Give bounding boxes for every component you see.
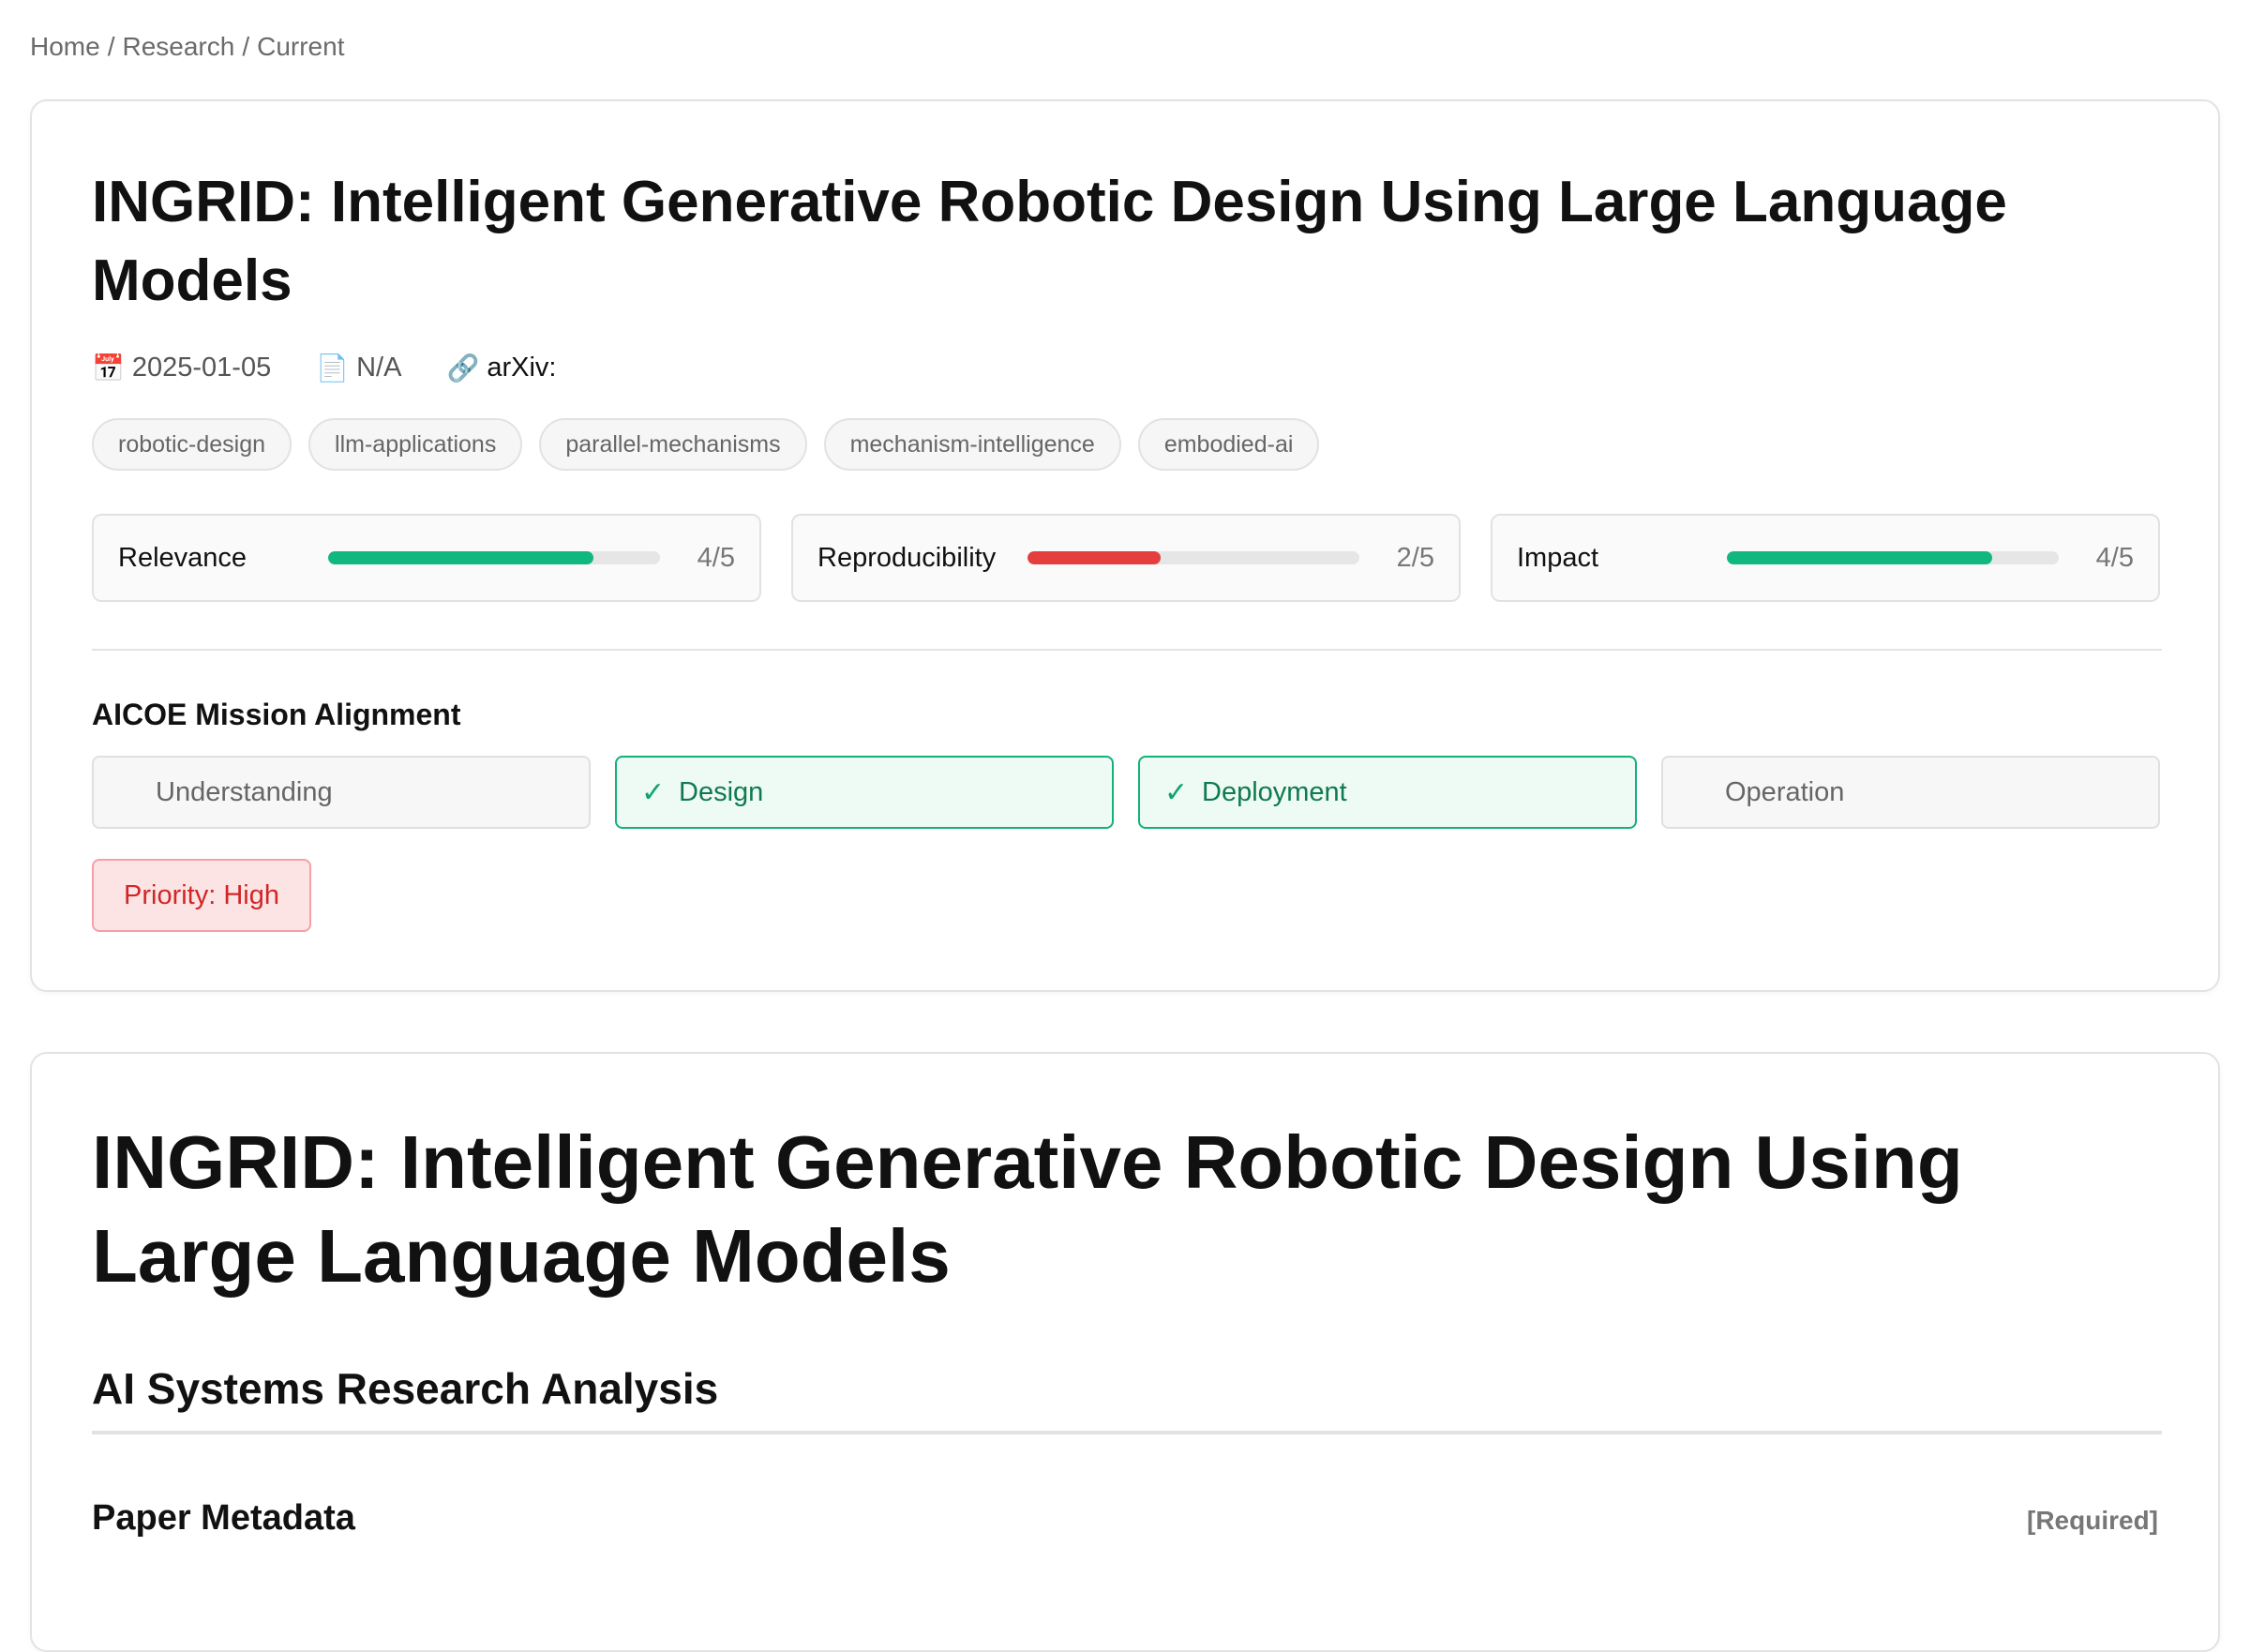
mission-design[interactable]: ✓ Design (615, 756, 1114, 829)
mission-label: Operation (1725, 776, 1845, 807)
tag-list: robotic-design llm-applications parallel… (92, 418, 1320, 471)
mission-understanding[interactable]: ✓ Understanding (92, 756, 591, 829)
breadcrumb-research[interactable]: Research (122, 32, 234, 62)
document-icon: 📄 (316, 353, 350, 383)
tag[interactable]: embodied-ai (1137, 418, 1320, 471)
mission-operation[interactable]: ✓ Operation (1661, 756, 2160, 829)
score-value: 2/5 (1396, 542, 1434, 573)
analysis-card: INGRID: Intelligent Generative Robotic D… (30, 1052, 2220, 1652)
score-value: 4/5 (2095, 542, 2134, 573)
section-divider (92, 1431, 2162, 1434)
mission-label: Design (679, 776, 764, 807)
score-bar-track (1028, 551, 1359, 564)
mission-label: Deployment (1202, 776, 1347, 807)
breadcrumb-separator: / (242, 32, 250, 61)
paper-meta: 📅 2025-01-05 📄 N/A 🔗 arXiv: (92, 353, 601, 383)
tag[interactable]: parallel-mechanisms (539, 418, 807, 471)
breadcrumb: Home / Research / Current (30, 32, 344, 62)
section-heading: AI Systems Research Analysis (92, 1364, 719, 1413)
meta-date: 📅 2025-01-05 (92, 353, 271, 383)
calendar-icon: 📅 (92, 353, 125, 383)
mission-heading: AICOE Mission Alignment (92, 698, 461, 731)
score-bar-fill (1028, 551, 1161, 564)
required-badge: [Required] (2027, 1506, 2158, 1535)
score-panel: Relevance 4/5 Reproducibility 2/5 Impact… (92, 514, 2160, 602)
score-label: Impact (1517, 542, 1599, 573)
mission-list: ✓ Understanding ✓ Design ✓ Deployment ✓ … (92, 756, 2160, 829)
score-bar-track (328, 551, 660, 564)
meta-pages-value: N/A (356, 353, 402, 383)
tag[interactable]: mechanism-intelligence (823, 418, 1121, 471)
score-impact: Impact 4/5 (1491, 514, 2160, 602)
tag[interactable]: llm-applications (308, 418, 523, 471)
score-relevance: Relevance 4/5 (92, 514, 761, 602)
score-label: Relevance (118, 542, 248, 573)
divider (92, 649, 2162, 651)
paper-header-card: INGRID: Intelligent Generative Robotic D… (30, 99, 2220, 992)
score-label: Reproducibility (818, 542, 997, 573)
priority-badge: Priority: High (92, 859, 311, 932)
meta-arxiv-link[interactable]: 🔗 arXiv: (446, 353, 556, 383)
breadcrumb-separator: / (107, 32, 115, 61)
meta-arxiv-value[interactable]: arXiv: (487, 353, 556, 383)
check-icon: ✓ (1164, 776, 1189, 808)
analysis-title: INGRID: Intelligent Generative Robotic D… (92, 1120, 1963, 1298)
score-bar-fill (1727, 551, 1993, 564)
mission-label: Understanding (156, 776, 333, 807)
subsection-heading: Paper Metadata (92, 1498, 355, 1538)
breadcrumb-current: Current (257, 32, 345, 61)
score-bar-fill (328, 551, 594, 564)
meta-date-value: 2025-01-05 (131, 353, 272, 383)
tag[interactable]: robotic-design (92, 418, 292, 471)
score-bar-track (1727, 551, 2059, 564)
link-icon: 🔗 (446, 353, 480, 383)
score-value: 4/5 (697, 542, 735, 573)
meta-pages: 📄 N/A (316, 353, 401, 383)
mission-deployment[interactable]: ✓ Deployment (1138, 756, 1637, 829)
check-icon: ✓ (641, 776, 666, 808)
breadcrumb-home[interactable]: Home (30, 32, 100, 62)
paper-title: INGRID: Intelligent Generative Robotic D… (92, 170, 2007, 313)
score-reproducibility: Reproducibility 2/5 (791, 514, 1461, 602)
